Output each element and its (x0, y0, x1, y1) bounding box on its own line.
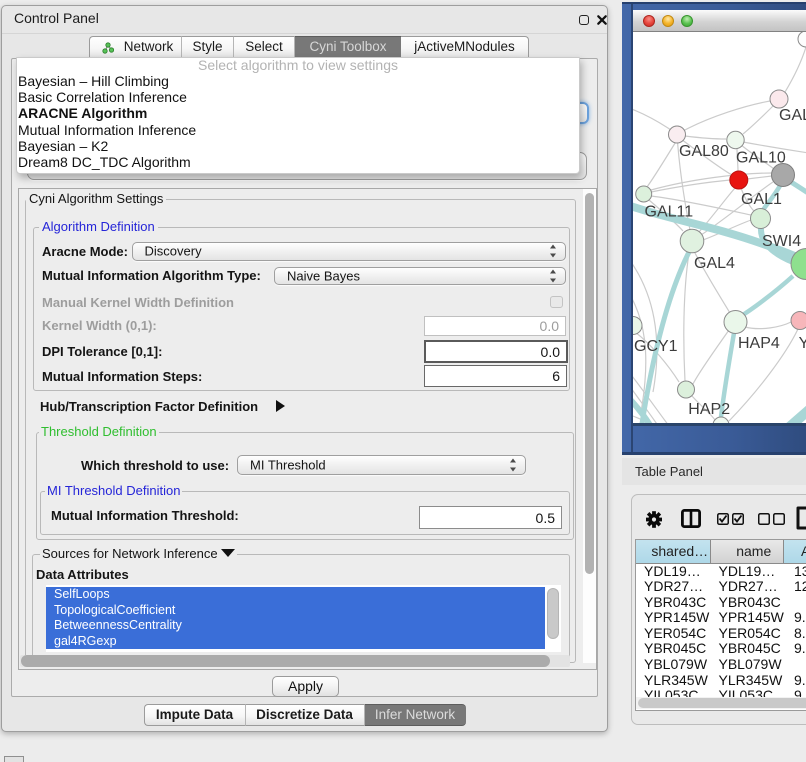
svg-text:GAL1: GAL1 (741, 191, 782, 208)
svg-text:SWI4: SWI4 (762, 233, 801, 250)
svg-text:GAL11: GAL11 (645, 203, 694, 220)
svg-text:GAL80: GAL80 (679, 143, 729, 160)
svg-text:HAP4: HAP4 (738, 335, 780, 352)
svg-text:GAL1: GAL1 (779, 107, 806, 124)
svg-text:GAL4: GAL4 (694, 255, 735, 272)
svg-text:GAL10: GAL10 (736, 150, 786, 167)
svg-text:GCY1: GCY1 (634, 338, 678, 355)
svg-text:HAP2: HAP2 (688, 401, 730, 418)
svg-text:Y: Y (799, 335, 806, 352)
